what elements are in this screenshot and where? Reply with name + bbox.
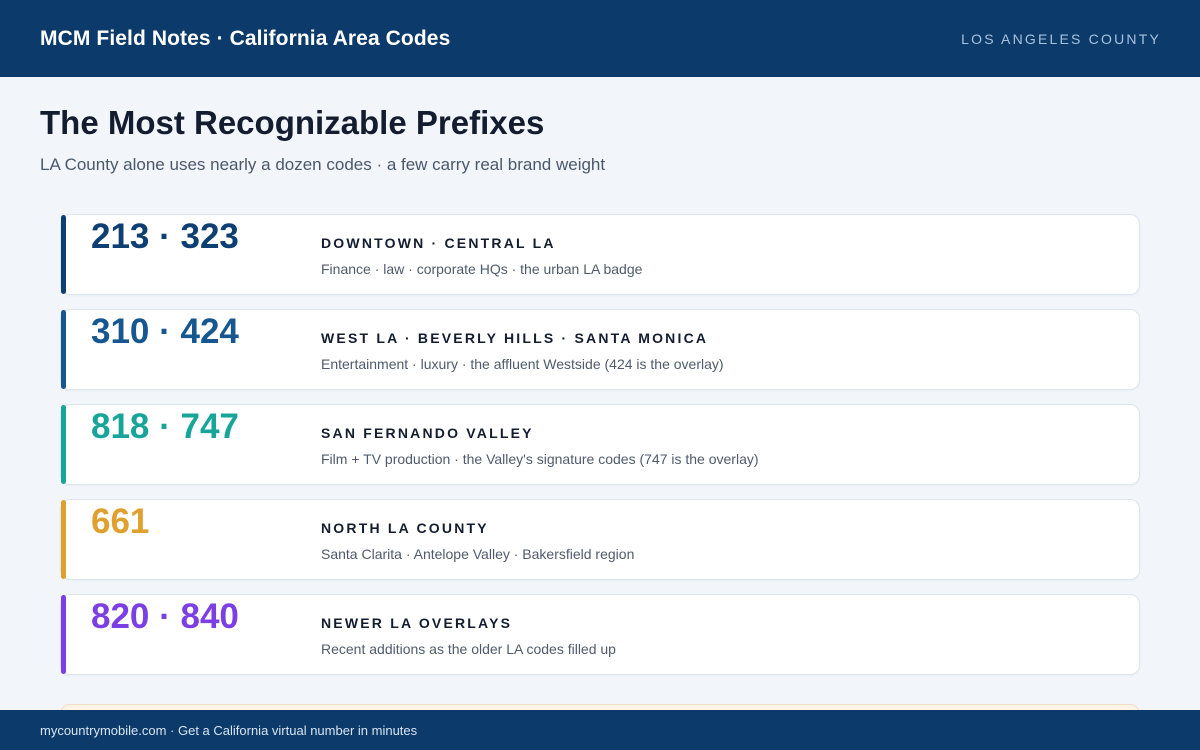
card-accent-bar [61, 500, 66, 579]
area-description: Entertainment · luxury · the affluent We… [321, 356, 724, 372]
area-codes: 310 · 424 [91, 312, 239, 351]
card-accent-bar [61, 405, 66, 484]
area-code-card: 820 · 840 NEWER LA OVERLAYS Recent addit… [60, 594, 1140, 675]
top-bar: MCM Field Notes · California Area Codes … [0, 0, 1200, 77]
card-accent-bar [61, 215, 66, 294]
card-accent-bar [61, 310, 66, 389]
area-code-card: 818 · 747 SAN FERNANDO VALLEY Film + TV … [60, 404, 1140, 485]
area-name: WEST LA · BEVERLY HILLS · SANTA MONICA [321, 330, 709, 346]
area-code-card: 310 · 424 WEST LA · BEVERLY HILLS · SANT… [60, 309, 1140, 390]
area-code-list: 213 · 323 DOWNTOWN · CENTRAL LA Finance … [60, 214, 1140, 689]
area-codes: 820 · 840 [91, 597, 239, 636]
area-code-card: 661 NORTH LA COUNTY Santa Clarita · Ante… [60, 499, 1140, 580]
footer: mycountrymobile.com · Get a California v… [0, 710, 1200, 750]
area-name: NEWER LA OVERLAYS [321, 615, 513, 631]
area-codes: 213 · 323 [91, 217, 239, 256]
page-title: The Most Recognizable Prefixes [40, 104, 545, 141]
area-description: Santa Clarita · Antelope Valley · Bakers… [321, 546, 635, 562]
area-description: Film + TV production · the Valley's sign… [321, 451, 759, 467]
area-name: DOWNTOWN · CENTRAL LA [321, 235, 556, 251]
area-codes: 661 [91, 502, 150, 541]
area-name: NORTH LA COUNTY [321, 520, 489, 536]
area-description: Recent additions as the older LA codes f… [321, 641, 616, 657]
region-label: LOS ANGELES COUNTY [961, 30, 1161, 47]
area-codes: 818 · 747 [91, 407, 239, 446]
footer-text: mycountrymobile.com · Get a California v… [40, 722, 418, 738]
card-accent-bar [61, 595, 66, 674]
app-title: MCM Field Notes · California Area Codes [40, 26, 451, 50]
area-name: SAN FERNANDO VALLEY [321, 425, 534, 441]
area-code-card: 213 · 323 DOWNTOWN · CENTRAL LA Finance … [60, 214, 1140, 295]
area-description: Finance · law · corporate HQs · the urba… [321, 261, 643, 277]
page-subtitle: LA County alone uses nearly a dozen code… [40, 155, 606, 174]
